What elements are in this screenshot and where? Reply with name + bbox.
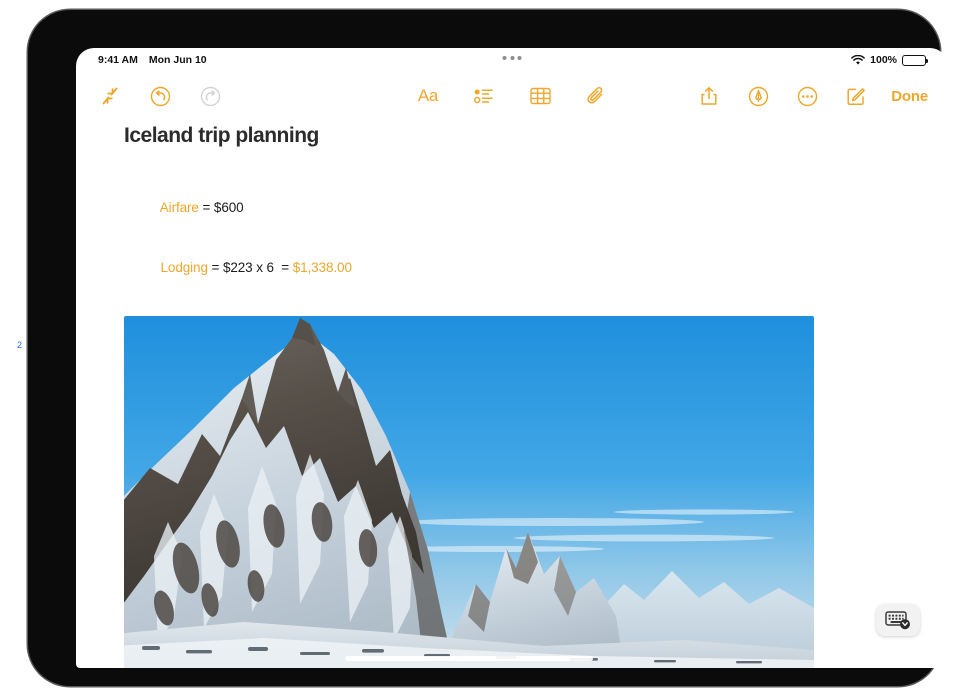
attachment-button[interactable] — [582, 82, 610, 110]
more-button[interactable] — [793, 82, 821, 110]
compose-button[interactable] — [842, 82, 870, 110]
calc-line-airfare: Airfare = $600 — [124, 178, 900, 238]
status-bar-left: 9:41 AM Mon Jun 10 — [98, 54, 207, 66]
dismiss-keyboard-button[interactable] — [876, 604, 920, 636]
snow-covered-mountain-photo[interactable] — [124, 316, 814, 668]
aa-format-icon: Aa — [417, 86, 439, 105]
home-indicator — [345, 656, 593, 661]
wifi-icon — [851, 54, 865, 66]
left-edge-marker: 2 — [17, 340, 23, 350]
collapse-button[interactable] — [96, 82, 124, 110]
status-bar: 9:41 AM Mon Jun 10 100% — [76, 48, 948, 72]
status-date: Mon Jun 10 — [148, 54, 207, 66]
battery-percent-label: 100% — [870, 54, 897, 66]
done-button[interactable]: Done — [891, 88, 928, 105]
checklist-button[interactable] — [470, 82, 498, 110]
share-button[interactable] — [695, 82, 723, 110]
status-bar-right: 100% — [851, 54, 929, 66]
keyboard-dismiss-icon — [885, 611, 910, 630]
calc-variable: Lodging — [160, 260, 208, 275]
table-button[interactable] — [526, 82, 554, 110]
calc-expression: = $600 — [198, 200, 244, 215]
toolbar-center-group: Aa — [414, 82, 610, 110]
calc-result: $1,338.00 — [292, 260, 352, 275]
toolbar-right-group: Done — [695, 82, 928, 110]
battery-full-icon — [902, 54, 929, 66]
toolbar-left-group — [96, 82, 224, 110]
calc-variable: Airfare — [159, 200, 199, 215]
device-frame: 9:41 AM Mon Jun 10 100% Aa Done Iceland … — [28, 10, 948, 686]
redo-button[interactable] — [196, 82, 224, 110]
calc-expression: = $223 x 6 = — [207, 260, 293, 275]
note-toolbar: Aa Done — [76, 72, 948, 120]
calc-line-lodging: Lodging = $223 x 6 = $1,338.00 — [124, 238, 900, 298]
markup-button[interactable] — [744, 82, 772, 110]
screen: 9:41 AM Mon Jun 10 100% Aa Done Iceland … — [76, 48, 948, 668]
page-title: Iceland trip planning — [124, 124, 319, 147]
undo-button[interactable] — [146, 82, 174, 110]
format-button[interactable]: Aa — [414, 82, 442, 110]
multitask-ellipsis-icon[interactable] — [502, 56, 522, 60]
status-time: 9:41 AM — [98, 54, 138, 66]
